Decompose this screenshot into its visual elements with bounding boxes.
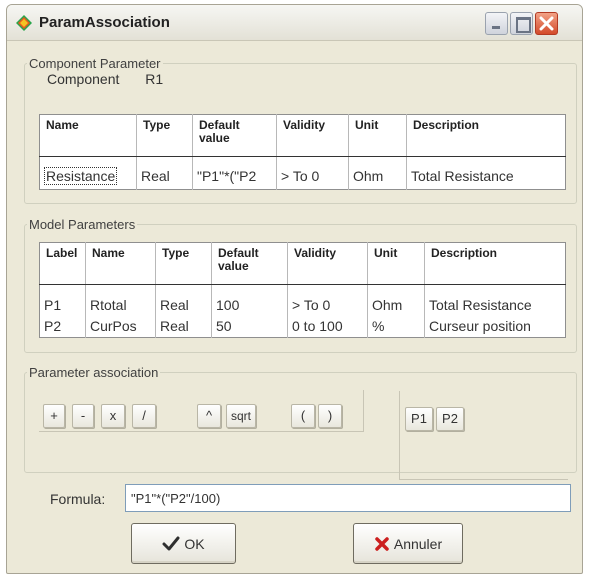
parameter-buttons-panel	[399, 391, 568, 480]
column-header-unit[interactable]: Unit	[367, 242, 425, 285]
column-header-default-value[interactable]: Default value	[192, 114, 277, 157]
close-icon[interactable]	[535, 12, 558, 35]
table-cell[interactable]: P2	[40, 316, 86, 338]
sqrt-button[interactable]: sqrt	[226, 404, 256, 428]
minus-button[interactable]: -	[72, 404, 94, 428]
maximize-icon[interactable]	[510, 12, 533, 35]
column-header-default-value[interactable]: Default value	[211, 242, 288, 285]
model-parameters-group: Model Parameters Label Name Type Default…	[24, 217, 577, 353]
minimize-icon[interactable]	[485, 12, 508, 35]
multiply-button[interactable]: x	[101, 404, 125, 428]
component-value: R1	[145, 71, 164, 87]
diamond-app-icon	[16, 15, 32, 31]
parameter-association-group: Parameter association + - x / ^ sqrt ( )…	[24, 365, 577, 480]
table-cell[interactable]: > To 0	[287, 284, 368, 316]
table-cell[interactable]: 0 to 100	[287, 316, 368, 338]
model-parameters-legend: Model Parameters	[29, 217, 136, 232]
column-header-validity[interactable]: Validity	[287, 242, 368, 285]
red-x-icon	[375, 536, 389, 551]
table-cell[interactable]: CurPos	[85, 316, 156, 338]
parameter-association-legend: Parameter association	[29, 365, 159, 380]
param-association-window: ParamAssociation Component Parameter Com…	[6, 4, 583, 574]
param-p1-button[interactable]: P1	[405, 407, 433, 431]
open-paren-button[interactable]: (	[291, 404, 315, 428]
column-header-unit[interactable]: Unit	[348, 114, 407, 157]
column-header-description[interactable]: Description	[406, 114, 566, 157]
component-label: Component	[47, 71, 120, 87]
table-row[interactable]: P2 CurPos Real 50 0 to 100 % Curseur pos…	[40, 316, 566, 338]
table-cell[interactable]: > To 0	[276, 156, 349, 190]
model-parameters-table: Label Name Type Default value Validity Un…	[39, 242, 566, 338]
table-cell[interactable]: "P1"*("P2	[192, 156, 277, 190]
window-title: ParamAssociation	[39, 14, 170, 31]
table-cell[interactable]: Resistance	[40, 157, 137, 190]
cell-name-selected[interactable]: Resistance	[44, 167, 118, 185]
table-cell[interactable]: 100	[211, 284, 288, 316]
table-cell[interactable]: P1	[40, 285, 86, 317]
title-bar[interactable]: ParamAssociation	[7, 5, 582, 41]
table-cell[interactable]: %	[367, 316, 425, 338]
table-row[interactable]: Resistance Real "P1"*("P2 > To 0 Ohm Tot…	[40, 156, 566, 190]
table-cell[interactable]: Real	[136, 156, 193, 190]
divide-button[interactable]: /	[132, 404, 156, 428]
ok-button[interactable]: OK	[131, 523, 236, 564]
ok-button-label: OK	[184, 535, 205, 552]
column-header-type[interactable]: Type	[155, 242, 212, 285]
column-header-validity[interactable]: Validity	[276, 114, 349, 157]
formula-input[interactable]	[125, 484, 571, 512]
component-row: Component R1	[47, 71, 185, 87]
cancel-button-label: Annuler	[393, 535, 443, 552]
formula-label: Formula:	[50, 491, 106, 507]
table-cell[interactable]: Rtotal	[85, 284, 156, 316]
component-parameter-group: Component Parameter Component R1 Name Ty…	[24, 56, 577, 204]
column-header-label[interactable]: Label	[39, 242, 86, 285]
table-cell[interactable]: Total Resistance	[406, 156, 566, 190]
plus-button[interactable]: +	[43, 404, 65, 428]
column-header-description[interactable]: Description	[424, 242, 566, 285]
component-parameter-table: Name Type Default value Validity Unit Des…	[39, 114, 566, 190]
table-cell[interactable]: Curseur position	[424, 316, 566, 338]
close-paren-button[interactable]: )	[318, 404, 342, 428]
param-p2-button[interactable]: P2	[436, 407, 464, 431]
table-row[interactable]: P1 Rtotal Real 100 > To 0 Ohm Total Resi…	[40, 284, 566, 317]
power-button[interactable]: ^	[197, 404, 221, 428]
table-cell[interactable]: Real	[155, 316, 212, 338]
component-parameter-legend: Component Parameter	[29, 56, 161, 71]
checkmark-icon	[162, 536, 180, 550]
cancel-button[interactable]: Annuler	[353, 523, 463, 564]
table-cell[interactable]: Total Resistance	[424, 284, 566, 316]
table-cell[interactable]: Ohm	[367, 284, 425, 316]
table-cell[interactable]: 50	[211, 316, 288, 338]
table-cell[interactable]: Real	[155, 284, 212, 316]
column-header-name[interactable]: Name	[85, 242, 156, 285]
column-header-type[interactable]: Type	[136, 114, 193, 157]
column-header-name[interactable]: Name	[39, 114, 137, 157]
table-cell[interactable]: Ohm	[348, 156, 407, 190]
